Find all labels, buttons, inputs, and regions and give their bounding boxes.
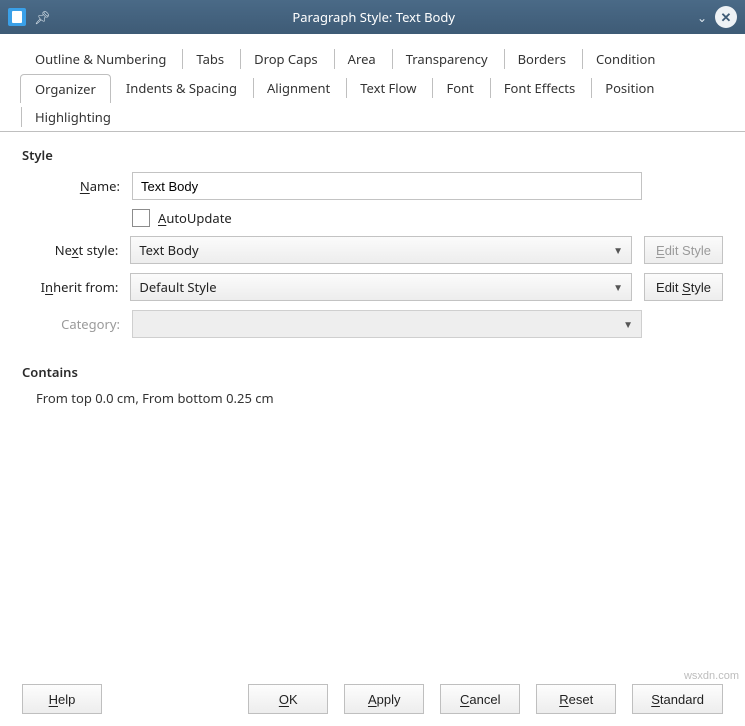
tab-transparency[interactable]: Transparency (391, 44, 503, 73)
close-button[interactable]: ✕ (715, 6, 737, 28)
tab-text-flow[interactable]: Text Flow (345, 73, 431, 102)
tab-highlighting[interactable]: Highlighting (20, 102, 126, 131)
tab-condition[interactable]: Condition (581, 44, 670, 73)
app-icon (8, 8, 26, 26)
contains-text: From top 0.0 cm, From bottom 0.25 cm (36, 389, 723, 407)
chevron-down-icon[interactable]: ⌄ (697, 9, 707, 26)
label-inherit-from: Inherit from: (22, 278, 130, 296)
tab-alignment[interactable]: Alignment (252, 73, 345, 102)
tab-drop-caps[interactable]: Drop Caps (239, 44, 333, 73)
inherit-from-select[interactable]: Default Style ▼ (130, 273, 632, 301)
ok-button[interactable]: OK (248, 684, 328, 714)
window-title: Paragraph Style: Text Body (51, 8, 697, 26)
chevron-down-icon: ▼ (623, 317, 633, 331)
name-input[interactable] (132, 172, 642, 200)
dialog-footer: Help OK Apply Cancel Reset Standard (0, 672, 745, 726)
tab-organizer[interactable]: Organizer (20, 74, 111, 103)
row-next-style: Next style: Text Body ▼ Edit Style (22, 236, 723, 264)
tab-tabs[interactable]: Tabs (181, 44, 239, 73)
help-button[interactable]: Help (22, 684, 102, 714)
label-category: Category: (22, 315, 132, 333)
next-style-value: Text Body (139, 241, 198, 259)
label-next-style: Next style: (22, 241, 130, 259)
row-inherit-from: Inherit from: Default Style ▼ Edit Style (22, 273, 723, 301)
chevron-down-icon: ▼ (613, 243, 623, 257)
inherit-from-value: Default Style (139, 278, 216, 296)
section-style-title: Style (22, 146, 723, 164)
tab-row-1: Outline & Numbering Tabs Drop Caps Area … (20, 44, 725, 73)
tab-row-2: Organizer Indents & Spacing Alignment Te… (20, 73, 725, 131)
footer-right-buttons: OK Apply Cancel Reset Standard (248, 684, 723, 714)
next-style-select[interactable]: Text Body ▼ (130, 236, 632, 264)
label-name: Name: (22, 177, 132, 195)
edit-style-button-1: Edit Style (644, 236, 723, 264)
standard-button[interactable]: Standard (632, 684, 723, 714)
apply-button[interactable]: Apply (344, 684, 424, 714)
autoupdate-checkbox[interactable] (132, 209, 150, 227)
tab-font-effects[interactable]: Font Effects (489, 73, 590, 102)
titlebar-right: ⌄ ✕ (697, 6, 737, 28)
chevron-down-icon: ▼ (613, 280, 623, 294)
tab-indents-spacing[interactable]: Indents & Spacing (111, 73, 252, 102)
tab-outline-numbering[interactable]: Outline & Numbering (20, 44, 181, 73)
title-bar: 📌︎ Paragraph Style: Text Body ⌄ ✕ (0, 0, 745, 34)
tab-position[interactable]: Position (590, 73, 669, 102)
reset-button[interactable]: Reset (536, 684, 616, 714)
row-name: Name: (22, 172, 723, 200)
section-contains-title: Contains (22, 363, 723, 381)
row-category: Category: ▼ (22, 310, 723, 338)
row-autoupdate: AutoUpdate (22, 209, 723, 227)
titlebar-left: 📌︎ (8, 8, 51, 26)
label-autoupdate: AutoUpdate (158, 209, 232, 227)
category-select: ▼ (132, 310, 642, 338)
edit-style-button-2[interactable]: Edit Style (644, 273, 723, 301)
pin-icon[interactable]: 📌︎ (34, 8, 51, 26)
tab-borders[interactable]: Borders (503, 44, 581, 73)
tab-content-organizer: Style Name: AutoUpdate Next style: Text … (0, 132, 745, 672)
cancel-button[interactable]: Cancel (440, 684, 520, 714)
tab-font[interactable]: Font (431, 73, 488, 102)
autoupdate-wrap: AutoUpdate (132, 209, 232, 227)
tab-bar-top: Outline & Numbering Tabs Drop Caps Area … (0, 34, 745, 73)
tab-bar-bottom: Organizer Indents & Spacing Alignment Te… (0, 73, 745, 132)
tab-area[interactable]: Area (333, 44, 391, 73)
